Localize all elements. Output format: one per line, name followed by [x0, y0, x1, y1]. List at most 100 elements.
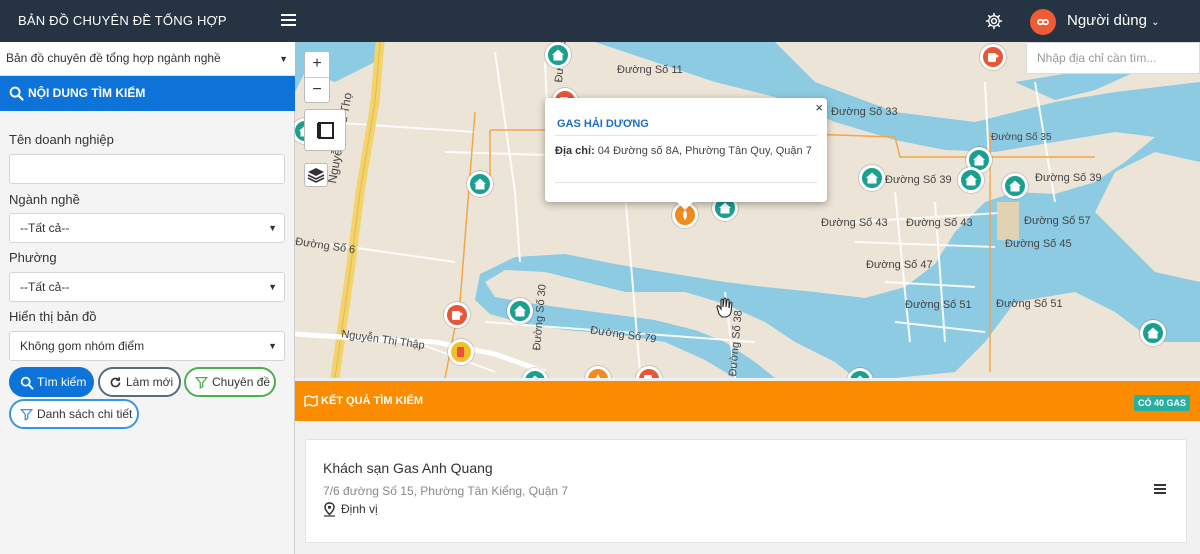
chevron-down-icon: ⌄ — [1151, 17, 1160, 28]
zoom-in-button[interactable]: + — [305, 52, 329, 77]
filter-icon — [20, 408, 33, 421]
house-marker[interactable] — [1140, 320, 1166, 346]
map-base-layer[interactable] — [295, 42, 1200, 378]
sidebar: Bản đồ chuyên đề tổng hợp ngành nghề ▼ N… — [0, 42, 295, 554]
gas-icon — [457, 347, 464, 357]
search-panel-title: NỘI DUNG TÌM KIẾM — [28, 86, 146, 100]
street-label: Đường Số 47 — [866, 259, 933, 271]
detail-list-button[interactable]: Danh sách chi tiết — [9, 399, 139, 429]
filter-icon — [195, 376, 208, 389]
search-icon — [9, 86, 24, 101]
popup-address-label: Địa chỉ: — [555, 145, 595, 157]
street-label: Đường Số 43 — [821, 217, 888, 229]
house-icon — [532, 375, 538, 378]
house-icon — [474, 178, 486, 190]
search-button[interactable]: Tìm kiếm — [9, 367, 94, 397]
search-icon — [20, 376, 34, 390]
results-header: KẾT QUẢ TÌM KIẾM CÓ 40 GAS — [295, 381, 1200, 421]
caret-down-icon: ▼ — [268, 341, 277, 351]
house-marker[interactable] — [859, 165, 885, 191]
topic-button[interactable]: Chuyên đề — [184, 367, 276, 397]
address-search-input[interactable]: Nhập địa chỉ cần tìm... — [1026, 42, 1200, 74]
map-type-value: Bản đồ chuyên đề tổng hợp ngành nghề — [6, 51, 221, 65]
map-type-select[interactable]: Bản đồ chuyên đề tổng hợp ngành nghề ▼ — [0, 42, 295, 76]
caret-down-icon: ▼ — [279, 53, 288, 64]
results-title: KẾT QUẢ TÌM KIẾM — [321, 395, 424, 407]
house-icon — [552, 49, 564, 61]
house-marker[interactable] — [507, 298, 533, 324]
gas-info-popup: × GAS HẢI DƯƠNG Địa chỉ: 04 Đường số 8A,… — [545, 98, 827, 210]
street-label: Đường Số 11 — [617, 64, 683, 76]
house-icon — [1009, 180, 1021, 192]
close-icon[interactable]: × — [815, 100, 823, 115]
gas-marker[interactable] — [448, 339, 474, 365]
refresh-icon — [110, 377, 121, 388]
divider — [555, 135, 817, 136]
street-label: Đường Số 45 — [1005, 238, 1072, 250]
caret-down-icon: ▼ — [268, 282, 277, 292]
display-mode-select[interactable]: Không gom nhóm điểm ▼ — [9, 331, 285, 361]
layers-button[interactable] — [304, 163, 328, 187]
results-count-badge: CÓ 40 GAS — [1133, 395, 1190, 411]
result-address: 7/6 đường Số 15, Phường Tân Kiểng, Quận … — [323, 484, 569, 498]
map-pin-icon — [304, 395, 318, 407]
menu-icon[interactable] — [281, 14, 296, 27]
top-navbar: BẢN ĐỒ CHUYÊN ĐỀ TỔNG HỢP Người dùng ⌄ — [0, 0, 1200, 42]
display-label: Hiển thị bản đồ — [9, 309, 97, 324]
house-icon — [965, 174, 977, 186]
map-pin-icon — [324, 502, 335, 517]
street-label: Đường Số 43 — [906, 217, 973, 229]
industry-select[interactable]: --Tất cả-- ▼ — [9, 213, 285, 243]
house-marker[interactable] — [467, 171, 493, 197]
industry-label: Ngành nghề — [9, 192, 80, 207]
result-name[interactable]: Khách sạn Gas Anh Quang — [323, 460, 493, 476]
company-label: Tên doanh nghiệp — [9, 132, 114, 147]
menu-icon[interactable] — [1154, 484, 1166, 494]
user-menu[interactable]: Người dùng ⌄ — [1067, 0, 1159, 44]
fullscreen-icon — [317, 122, 334, 139]
company-input[interactable] — [9, 154, 285, 184]
street-label: Đường Số 57 — [1024, 215, 1091, 227]
street-label: Đường Số 39 — [1035, 172, 1102, 184]
locate-label: Định vị — [341, 502, 378, 516]
gas-icon — [452, 311, 463, 320]
list-item[interactable]: Khách sạn Gas Anh Quang 7/6 đường Số 15,… — [305, 439, 1187, 543]
house-icon — [866, 172, 878, 184]
display-mode-value: Không gom nhóm điểm — [20, 339, 145, 353]
gas-marker[interactable] — [444, 302, 470, 328]
house-icon — [1147, 327, 1159, 339]
house-marker[interactable] — [958, 167, 984, 193]
ward-value: --Tất cả-- — [20, 280, 70, 294]
gas-icon — [644, 375, 652, 378]
gas-icon — [596, 374, 600, 378]
zoom-out-button[interactable]: − — [305, 77, 329, 102]
search-button-label: Tìm kiếm — [37, 375, 87, 389]
house-marker[interactable] — [545, 42, 571, 68]
app-title[interactable]: BẢN ĐỒ CHUYÊN ĐỀ TỔNG HỢP — [18, 0, 227, 42]
gas-icon — [988, 53, 999, 62]
topic-button-label: Chuyên đề — [212, 375, 271, 389]
ward-select[interactable]: --Tất cả-- ▼ — [9, 272, 285, 302]
house-icon — [973, 154, 985, 166]
house-icon — [857, 375, 863, 378]
industry-value: --Tất cả-- — [20, 221, 70, 235]
map-view[interactable]: Đường Số 11 Đường Số 33 Đường Số 35 Đườn… — [295, 42, 1200, 378]
popup-address-value: 04 Đường số 8A, Phường Tân Quy, Quận 7 — [597, 145, 812, 157]
reset-button[interactable]: Làm mới — [98, 367, 181, 397]
gas-icon — [683, 210, 687, 220]
zoom-control: + − — [304, 51, 330, 103]
popup-title: GAS HẢI DƯƠNG — [557, 118, 649, 130]
divider — [555, 182, 817, 183]
locate-link[interactable]: Định vị — [323, 502, 378, 517]
fullscreen-button[interactable] — [304, 109, 346, 151]
gear-icon[interactable] — [985, 12, 1003, 30]
street-label: Đường Số 35 — [991, 132, 1052, 143]
ward-label: Phường — [9, 250, 57, 265]
house-icon — [719, 202, 731, 214]
avatar-icon[interactable] — [1030, 9, 1056, 35]
street-label: Đường Số 39 — [885, 174, 952, 186]
house-marker[interactable] — [1002, 173, 1028, 199]
layers-icon — [307, 168, 325, 183]
search-panel-header: NỘI DUNG TÌM KIẾM — [0, 76, 295, 111]
gas-marker[interactable] — [980, 44, 1006, 70]
